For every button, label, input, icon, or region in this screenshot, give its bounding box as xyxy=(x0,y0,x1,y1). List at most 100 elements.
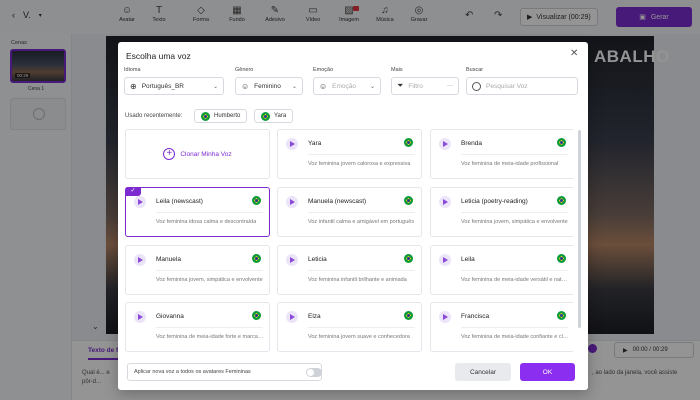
gender-select[interactable]: ☺ Feminino ⌄ xyxy=(235,77,303,95)
clone-voice-label: Clonar Minha Voz xyxy=(180,150,232,158)
brazil-flag-icon xyxy=(252,196,261,205)
play-icon[interactable] xyxy=(439,254,451,266)
voice-name: Brenda xyxy=(461,140,482,147)
language-label: Idioma xyxy=(124,67,141,73)
voice-name: Elza xyxy=(308,313,321,320)
voice-description: Voz feminina jovem calorosa e expressiva xyxy=(308,161,411,167)
brazil-flag-icon xyxy=(404,311,413,320)
voice-description: Voz feminina de meia-idade forte e marca… xyxy=(156,334,264,340)
recent-voice-chip[interactable]: Yara xyxy=(254,109,294,123)
voice-description: Voz feminina infantil brilhante e animad… xyxy=(308,277,407,283)
play-icon[interactable] xyxy=(134,254,146,266)
play-icon[interactable] xyxy=(286,138,298,150)
card-divider xyxy=(461,154,568,155)
voice-card[interactable]: Francisca Voz feminina de meia-idade conf… xyxy=(430,302,573,352)
globe-icon: ⊕ xyxy=(130,81,137,91)
chevron-down-icon: ⌄ xyxy=(291,83,297,90)
chevron-down-icon: ⌄ xyxy=(212,83,218,90)
card-divider xyxy=(156,270,263,271)
scrollbar[interactable] xyxy=(578,130,581,328)
check-icon: ✓ xyxy=(125,187,141,196)
language-value: Português_BR xyxy=(141,82,184,90)
recent-voice-name: Yara xyxy=(274,113,287,119)
voice-card[interactable]: Giovanna Voz feminina de meia-idade forte… xyxy=(125,302,270,352)
voice-grid: + Clonar Minha Voz Yara Voz feminina jove… xyxy=(125,129,573,352)
more-dots-icon: ··· xyxy=(447,83,453,89)
language-select[interactable]: ⊕ Português_BR ⌄ xyxy=(124,77,224,95)
voice-name: Yara xyxy=(308,140,322,147)
voice-name: Leticia xyxy=(308,256,327,263)
brazil-flag-icon xyxy=(261,111,270,121)
card-divider xyxy=(308,327,415,328)
apply-to-all-toggle[interactable] xyxy=(306,368,322,377)
voice-card[interactable]: Leticia Voz feminina infantil brilhante e… xyxy=(277,245,422,295)
voice-description: Voz feminina de meia-idade versátil e na… xyxy=(461,277,569,283)
brazil-flag-icon xyxy=(557,196,566,205)
play-icon[interactable] xyxy=(439,311,451,323)
voice-card[interactable]: ✓ Leila (newscast) Voz feminina idosa calm… xyxy=(125,187,270,237)
play-icon[interactable] xyxy=(286,311,298,323)
play-icon[interactable] xyxy=(134,311,146,323)
voice-card[interactable]: Leticia (poetry-reading) Voz feminina jov… xyxy=(430,187,573,237)
emotion-placeholder: Emoção xyxy=(332,82,357,90)
voice-description: Voz feminina de meia-idade confiante e c… xyxy=(461,334,569,340)
voice-description: Voz infantil calma e amigável em portugu… xyxy=(308,219,415,225)
voice-description: Voz feminina jovem, simpática e envolven… xyxy=(156,277,263,283)
card-divider xyxy=(308,154,415,155)
voice-name: Leticia (poetry-reading) xyxy=(461,198,528,205)
more-filter-select[interactable]: ⏷ Filtro ··· xyxy=(391,77,459,95)
card-divider xyxy=(461,327,568,328)
emoji-icon: ☺ xyxy=(319,81,328,91)
voice-name: Leila (newscast) xyxy=(156,198,203,205)
voice-card[interactable]: Manuela (newscast) Voz infantil calma e a… xyxy=(277,187,422,237)
filter-placeholder: Filtro xyxy=(408,82,423,90)
voice-picker-dialog: Escolha uma voz ✕ Idioma ⊕ Português_BR … xyxy=(118,42,588,390)
recent-voice-name: Humberto xyxy=(214,113,241,119)
play-icon[interactable] xyxy=(286,254,298,266)
search-placeholder: Pesquisar Voz xyxy=(486,82,528,90)
card-divider xyxy=(156,327,263,328)
voice-card[interactable]: Manuela Voz feminina jovem, simpática e e… xyxy=(125,245,270,295)
card-divider xyxy=(308,270,415,271)
search-icon xyxy=(472,81,481,91)
play-icon[interactable] xyxy=(439,138,451,150)
voice-description: Voz feminina de meia-idade profissional xyxy=(461,161,559,167)
card-divider xyxy=(156,212,263,213)
emotion-label: Emoção xyxy=(313,67,334,73)
plus-icon: + xyxy=(163,148,176,160)
brazil-flag-icon xyxy=(557,138,566,147)
voice-card[interactable]: Elza Voz feminina jovem suave e conhecedo… xyxy=(277,302,422,352)
dialog-title: Escolha uma voz xyxy=(126,51,191,61)
brazil-flag-icon xyxy=(404,138,413,147)
voice-description: Voz feminina idosa calma e descontraída xyxy=(156,219,257,225)
play-icon[interactable] xyxy=(439,196,451,208)
play-icon[interactable] xyxy=(134,196,146,208)
brazil-flag-icon xyxy=(404,254,413,263)
close-icon[interactable]: ✕ xyxy=(570,48,578,59)
card-divider xyxy=(308,212,415,213)
voice-name: Manuela (newscast) xyxy=(308,198,367,205)
emotion-select[interactable]: ☺ Emoção ⌄ xyxy=(313,77,381,95)
voice-name: Manuela xyxy=(156,256,181,263)
apply-to-all-option: Aplicar nova voz a todos os avatares Fem… xyxy=(127,363,322,381)
card-divider xyxy=(461,270,568,271)
gender-label: Gênero xyxy=(235,67,254,73)
apply-to-all-label: Aplicar nova voz a todos os avatares Fem… xyxy=(134,369,251,375)
cancel-button[interactable]: Cancelar xyxy=(455,363,511,381)
brazil-flag-icon xyxy=(404,196,413,205)
voice-card[interactable]: Yara Voz feminina jovem calorosa e expres… xyxy=(277,129,422,179)
more-label: Mais xyxy=(391,67,403,73)
clone-voice-button[interactable]: + Clonar Minha Voz xyxy=(125,129,270,179)
brazil-flag-icon xyxy=(557,311,566,320)
voice-description: Voz feminina jovem suave e conhecedora xyxy=(308,334,410,340)
recent-voice-chip[interactable]: Humberto xyxy=(194,109,248,123)
brazil-flag-icon xyxy=(252,254,261,263)
person-icon: ☺ xyxy=(241,81,250,91)
ok-button[interactable]: OK xyxy=(520,363,575,381)
search-voice-input[interactable]: Pesquisar Voz xyxy=(466,77,578,95)
play-icon[interactable] xyxy=(286,196,298,208)
voice-card[interactable]: Leila Voz feminina de meia-idade versátil… xyxy=(430,245,573,295)
gender-value: Feminino xyxy=(254,82,281,90)
card-divider xyxy=(461,212,568,213)
voice-card[interactable]: Brenda Voz feminina de meia-idade profiss… xyxy=(430,129,573,179)
